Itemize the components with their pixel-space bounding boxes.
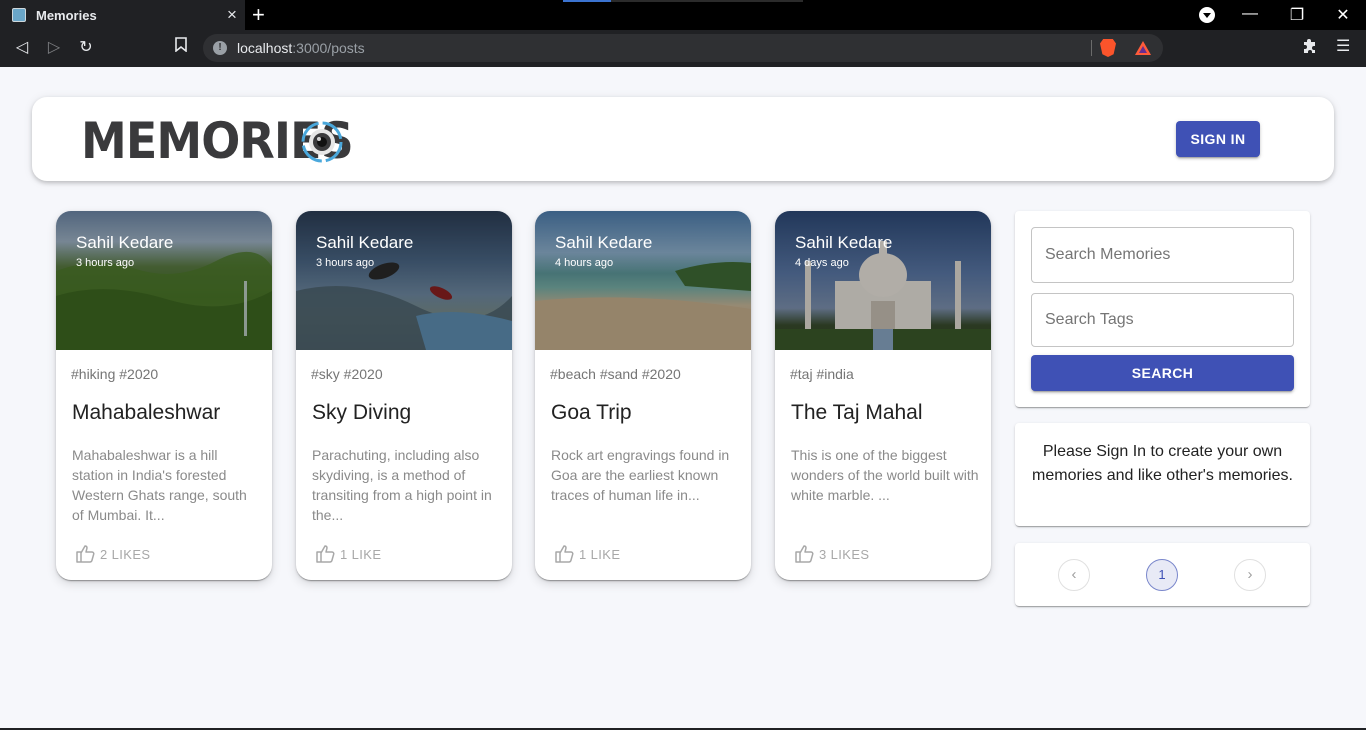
post-image: Sahil Kedare 3 hours ago <box>56 211 272 350</box>
like-count: 1 LIKE <box>579 546 621 562</box>
post-image: Sahil Kedare 4 days ago <box>775 211 991 350</box>
post-tags: #beach #sand #2020 <box>550 366 681 382</box>
thumb-up-icon <box>76 545 95 563</box>
tab-close-icon[interactable]: × <box>219 5 245 25</box>
url-host: localhost <box>237 40 293 56</box>
search-tags-input[interactable] <box>1031 293 1294 347</box>
back-icon[interactable]: ◁ <box>12 37 32 57</box>
post-time: 3 hours ago <box>76 257 135 269</box>
post-card[interactable]: Sahil Kedare 4 hours ago #beach #sand #2… <box>535 211 751 580</box>
sign-in-notice: Please Sign In to create your own memori… <box>1015 423 1310 526</box>
search-memories-input[interactable] <box>1031 227 1294 283</box>
address-bar[interactable]: ! localhost:3000/posts <box>203 34 1163 62</box>
brave-rewards-icon[interactable] <box>1135 41 1151 55</box>
reload-icon[interactable]: ↻ <box>76 37 96 57</box>
site-info-icon[interactable]: ! <box>213 41 227 55</box>
extensions-icon[interactable] <box>1303 38 1319 58</box>
post-image: Sahil Kedare 4 hours ago <box>535 211 751 350</box>
minimize-icon[interactable]: — <box>1240 5 1260 23</box>
url-path: :3000/posts <box>292 40 365 56</box>
post-tags: #hiking #2020 <box>71 366 159 382</box>
previous-page-button[interactable]: ‹ <box>1058 559 1090 591</box>
post-author: Sahil Kedare <box>555 233 653 252</box>
sign-in-button[interactable]: SIGN IN <box>1176 121 1260 157</box>
like-button[interactable]: 3 LIKES <box>795 545 870 563</box>
like-count: 1 LIKE <box>340 546 382 562</box>
post-time: 3 hours ago <box>316 257 375 269</box>
post-title: The Taj Mahal <box>791 401 923 424</box>
post-author: Sahil Kedare <box>316 233 414 252</box>
post-time: 4 hours ago <box>555 257 614 269</box>
post-card[interactable]: Sahil Kedare 3 hours ago #hiking #2020 M… <box>56 211 272 580</box>
tab-strip-indicator <box>563 0 803 2</box>
post-author: Sahil Kedare <box>76 233 174 252</box>
pagination: ‹ 1 › <box>1015 543 1310 606</box>
bookmark-icon[interactable] <box>171 37 191 55</box>
post-message: Rock art engravings found in Goa are the… <box>551 447 730 503</box>
like-count: 3 LIKES <box>819 546 870 562</box>
browser-tab-bar: Memories × + — ❐ ✕ <box>0 0 1366 30</box>
url-text: localhost:3000/posts <box>237 40 365 56</box>
post-time: 4 days ago <box>795 257 849 269</box>
brave-shields-icon[interactable] <box>1100 39 1116 57</box>
menu-icon[interactable]: ☰ <box>1336 36 1350 56</box>
post-message: Parachuting, including also skydiving, i… <box>312 447 492 523</box>
search-panel: SEARCH <box>1015 211 1310 407</box>
page-number-button[interactable]: 1 <box>1146 559 1178 591</box>
thumb-up-icon <box>555 545 574 563</box>
profile-icon[interactable] <box>1199 7 1215 23</box>
post-card[interactable]: Sahil Kedare 4 days ago #taj #india The … <box>775 211 991 580</box>
like-button[interactable]: 1 LIKE <box>316 545 381 563</box>
post-title: Mahabaleshwar <box>72 401 221 424</box>
omnibox-divider <box>1091 40 1092 56</box>
search-button[interactable]: SEARCH <box>1031 355 1294 391</box>
like-button[interactable]: 1 LIKE <box>555 545 620 563</box>
favicon-icon <box>12 8 26 22</box>
like-button[interactable]: 2 LIKES <box>76 545 151 563</box>
browser-tab[interactable]: Memories × <box>0 0 245 30</box>
tab-title: Memories <box>36 7 97 23</box>
close-icon[interactable]: ✕ <box>1333 5 1353 25</box>
post-message: This is one of the biggest wonders of th… <box>791 447 979 503</box>
post-tags: #sky #2020 <box>311 366 383 382</box>
app-header: MEMORIES SIGN IN <box>32 97 1334 181</box>
post-card[interactable]: Sahil Kedare 3 hours ago #sky #2020 Sky … <box>296 211 512 580</box>
post-tags: #taj #india <box>790 366 854 382</box>
post-title: Sky Diving <box>312 401 412 424</box>
next-page-button[interactable]: › <box>1234 559 1266 591</box>
maximize-icon[interactable]: ❐ <box>1287 5 1307 25</box>
post-image: Sahil Kedare 3 hours ago <box>296 211 512 350</box>
like-count: 2 LIKES <box>100 546 151 562</box>
browser-toolbar: ◁ ▷ ↻ ! localhost:3000/posts ☰ <box>0 30 1366 67</box>
thumb-up-icon <box>316 545 335 563</box>
post-title: Goa Trip <box>551 401 632 424</box>
new-tab-icon[interactable]: + <box>252 3 265 27</box>
post-author: Sahil Kedare <box>795 233 893 252</box>
thumb-up-icon <box>795 545 814 563</box>
camera-lens-icon <box>301 121 343 163</box>
notice-text: Please Sign In to create your own memori… <box>1032 443 1293 484</box>
forward-icon[interactable]: ▷ <box>44 37 64 57</box>
post-message: Mahabaleshwar is a hill station in India… <box>72 447 247 523</box>
